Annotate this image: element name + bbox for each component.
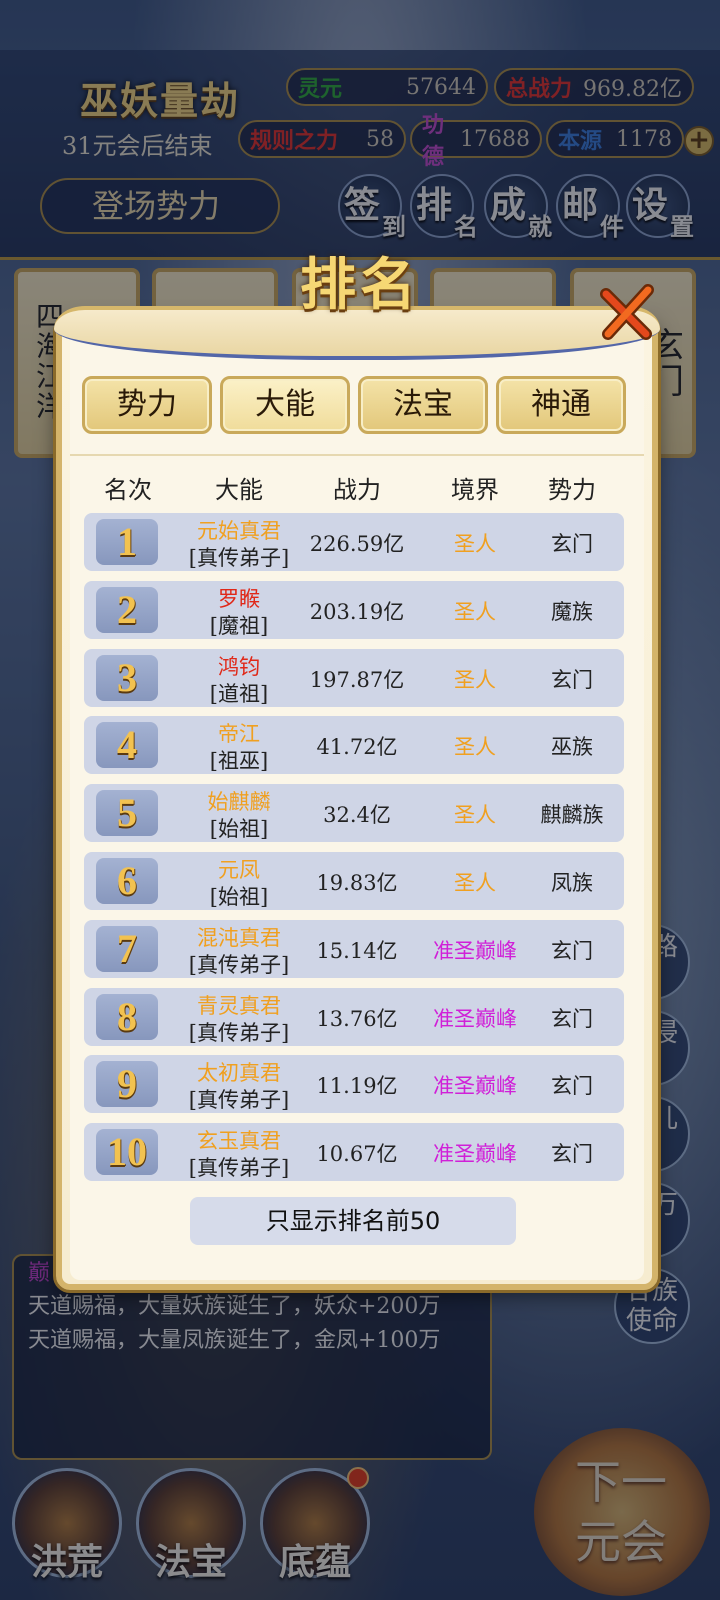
- hero-power: 11.19亿: [316, 1074, 398, 1099]
- table-row[interactable]: 1 元始真君 [真传弟子] 226.59亿 圣人 玄门: [84, 513, 624, 571]
- tab-abilities[interactable]: 神通: [496, 376, 626, 434]
- hero-realm: 圣人: [454, 599, 496, 624]
- hero-power: 32.4亿: [323, 803, 391, 828]
- hero-power: 10.67亿: [316, 1142, 398, 1167]
- hero-faction: 玄门: [551, 938, 593, 963]
- table-row[interactable]: 4 帝江 [祖巫] 41.72亿 圣人 巫族: [84, 716, 624, 775]
- hero-realm: 圣人: [454, 532, 496, 556]
- top50-button[interactable]: 只显示排名前50: [190, 1197, 516, 1245]
- hero-faction: 凤族: [551, 871, 593, 895]
- hero-name: 元凤: [218, 858, 260, 882]
- tab-great-powers[interactable]: 大能: [220, 376, 350, 434]
- column-header-faction: 势力: [548, 476, 596, 504]
- hero-realm: 准圣巅峰: [433, 1142, 517, 1167]
- rank-badge: 6: [96, 858, 158, 904]
- hero-name: 混沌真君: [197, 925, 281, 950]
- table-row[interactable]: 7 混沌真君 [真传弟子] 15.14亿 准圣巅峰 玄门: [84, 919, 624, 978]
- hero-title: [真传弟子]: [188, 1156, 290, 1181]
- hero-power: 19.83亿: [316, 871, 398, 895]
- hero-name: 元始真君: [197, 519, 281, 543]
- hero-name: 始麒麟: [207, 790, 271, 815]
- hero-faction: 玄门: [551, 667, 593, 692]
- hero-realm: 圣人: [454, 803, 496, 828]
- hero-realm: 圣人: [454, 735, 496, 760]
- hero-title: [真传弟子]: [188, 1020, 290, 1045]
- hero-power: 197.87亿: [309, 667, 405, 692]
- hero-power: 226.59亿: [309, 532, 405, 556]
- column-header-power: 战力: [333, 476, 381, 504]
- hero-title: [魔祖]: [209, 613, 269, 638]
- hero-title: [始祖]: [209, 817, 269, 842]
- tab-forces[interactable]: 势力: [82, 376, 212, 434]
- rank-badge: 10: [96, 1129, 158, 1176]
- hero-realm: 准圣巅峰: [433, 1006, 517, 1031]
- hero-name: 鸿钧: [218, 654, 260, 679]
- hero-faction: 魔族: [551, 599, 593, 624]
- hero-title: [真传弟子]: [188, 1088, 290, 1113]
- column-header-realm: 境界: [451, 476, 499, 504]
- table-row[interactable]: 2 罗睺 [魔祖] 203.19亿 圣人 魔族: [84, 580, 624, 639]
- rank-badge: 3: [96, 654, 158, 701]
- hero-title: [真传弟子]: [188, 546, 290, 570]
- hero-power: 15.14亿: [316, 938, 398, 963]
- rank-badge: 9: [96, 1061, 158, 1108]
- hero-title: [始祖]: [209, 885, 269, 909]
- hero-power: 203.19亿: [309, 599, 405, 624]
- rank-badge: 2: [96, 586, 158, 633]
- table-row[interactable]: 10 玄玉真君 [真传弟子] 10.67亿 准圣巅峰 玄门: [84, 1123, 624, 1182]
- rank-badge: 5: [96, 790, 158, 837]
- rank-badge: 7: [96, 925, 158, 972]
- hero-faction: 玄门: [551, 1006, 593, 1031]
- hero-name: 罗睺: [218, 586, 260, 611]
- hero-title: [真传弟子]: [188, 952, 290, 977]
- hero-faction: 玄门: [551, 1074, 593, 1099]
- hero-faction: 巫族: [551, 735, 593, 760]
- hero-name: 太初真君: [197, 1061, 281, 1086]
- hero-title: [祖巫]: [209, 749, 269, 774]
- table-row[interactable]: 6 元凤 [始祖] 19.83亿 圣人 凤族: [84, 852, 624, 910]
- divider: [70, 454, 644, 456]
- hero-realm: 准圣巅峰: [433, 938, 517, 963]
- hero-realm: 圣人: [454, 871, 496, 895]
- close-icon: [600, 284, 654, 340]
- hero-realm: 圣人: [454, 667, 496, 692]
- table-row[interactable]: 8 青灵真君 [真传弟子] 13.76亿 准圣巅峰 玄门: [84, 987, 624, 1046]
- rank-badge: 4: [96, 722, 158, 769]
- column-header-name: 大能: [215, 476, 263, 504]
- hero-faction: 玄门: [551, 1142, 593, 1167]
- close-button[interactable]: [598, 284, 656, 342]
- table-header: 名次 大能 战力 境界 势力: [80, 464, 628, 504]
- hero-faction: 麒麟族: [540, 803, 604, 828]
- hero-faction: 玄门: [551, 532, 593, 556]
- table-row[interactable]: 5 始麒麟 [始祖] 32.4亿 圣人 麒麟族: [84, 784, 624, 843]
- table-row[interactable]: 9 太初真君 [真传弟子] 11.19亿 准圣巅峰 玄门: [84, 1055, 624, 1114]
- hero-title: [道祖]: [209, 681, 269, 706]
- modal-title: 排名: [300, 252, 420, 318]
- tab-treasures[interactable]: 法宝: [358, 376, 488, 434]
- column-header-rank: 名次: [104, 476, 152, 504]
- rank-badge: 8: [96, 993, 158, 1040]
- hero-name: 青灵真君: [197, 993, 281, 1018]
- hero-power: 13.76亿: [316, 1006, 398, 1031]
- hero-name: 玄玉真君: [197, 1129, 281, 1154]
- hero-name: 帝江: [218, 722, 260, 747]
- table-row[interactable]: 3 鸿钧 [道祖] 197.87亿 圣人 玄门: [84, 648, 624, 707]
- hero-power: 41.72亿: [316, 735, 398, 760]
- hero-realm: 准圣巅峰: [433, 1074, 517, 1099]
- rank-badge: 1: [96, 519, 158, 565]
